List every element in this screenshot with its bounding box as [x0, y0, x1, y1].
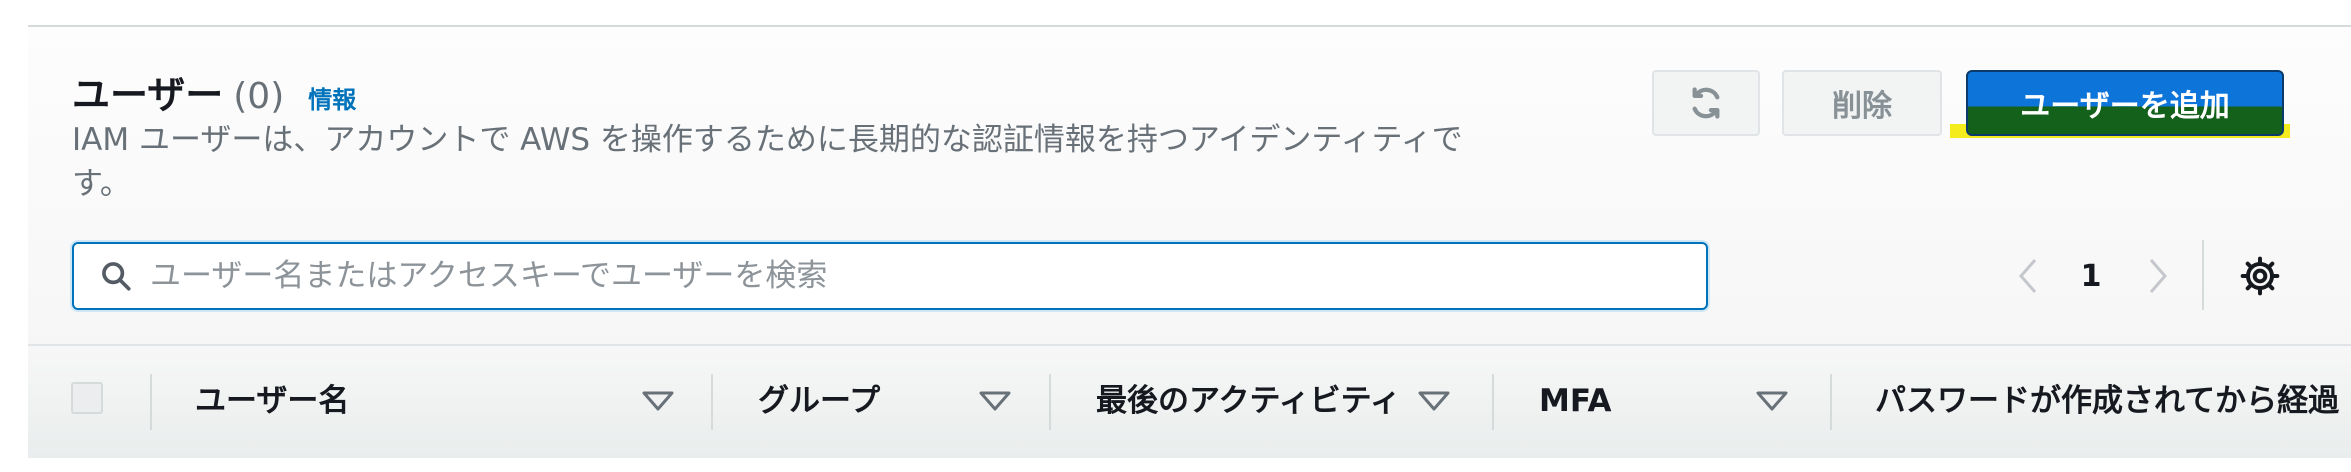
pager-divider	[2202, 240, 2204, 310]
add-user-button[interactable]: ユーザーを追加	[1966, 70, 2284, 136]
search-box	[72, 242, 1708, 310]
panel-description: IAM ユーザーは、アカウントで AWS を操作するために長期的な認証情報を持つ…	[72, 122, 1463, 202]
column-header-last-activity[interactable]: 最後のアクティビティ	[1096, 376, 1401, 426]
panel-header: ユーザー (0) 情報	[72, 64, 356, 117]
caret-down-icon	[1417, 390, 1451, 412]
user-count: (0)	[233, 76, 285, 117]
refresh-icon	[1689, 86, 1723, 120]
column-header-username[interactable]: ユーザー名	[195, 376, 349, 426]
sort-last-activity-button[interactable]	[1416, 386, 1452, 416]
chevron-right-icon	[2147, 256, 2169, 296]
search-input[interactable]	[148, 257, 1672, 295]
sort-mfa-button[interactable]	[1754, 386, 1790, 416]
delete-button[interactable]: 削除	[1782, 70, 1942, 136]
next-page-button[interactable]	[2138, 248, 2178, 304]
table-header: ユーザー名 グループ 最後のアクティビティ MFA パスワードが作成されてから経…	[28, 344, 2351, 458]
column-divider	[150, 374, 152, 430]
column-header-password-age[interactable]: パスワードが作成されてから経過	[1875, 376, 2339, 426]
column-divider	[1049, 374, 1051, 430]
gear-icon	[2240, 256, 2280, 296]
column-header-group[interactable]: グループ	[758, 376, 880, 426]
chevron-left-icon	[2017, 256, 2039, 296]
column-divider	[711, 374, 713, 430]
sort-username-button[interactable]	[640, 386, 676, 416]
select-all-checkbox[interactable]	[71, 382, 103, 414]
previous-page-button[interactable]	[2008, 248, 2048, 304]
sort-group-button[interactable]	[977, 386, 1013, 416]
page-number[interactable]: 1	[2076, 248, 2106, 304]
column-divider	[1492, 374, 1494, 430]
settings-button[interactable]	[2238, 254, 2282, 298]
column-header-mfa[interactable]: MFA	[1539, 376, 1611, 426]
page-title: ユーザー	[72, 73, 224, 117]
caret-down-icon	[1755, 390, 1789, 412]
info-link[interactable]: 情報	[308, 80, 356, 115]
caret-down-icon	[641, 390, 675, 412]
refresh-button[interactable]	[1652, 70, 1760, 136]
column-divider	[1830, 374, 1832, 430]
caret-down-icon	[978, 390, 1012, 412]
search-icon	[96, 256, 136, 296]
